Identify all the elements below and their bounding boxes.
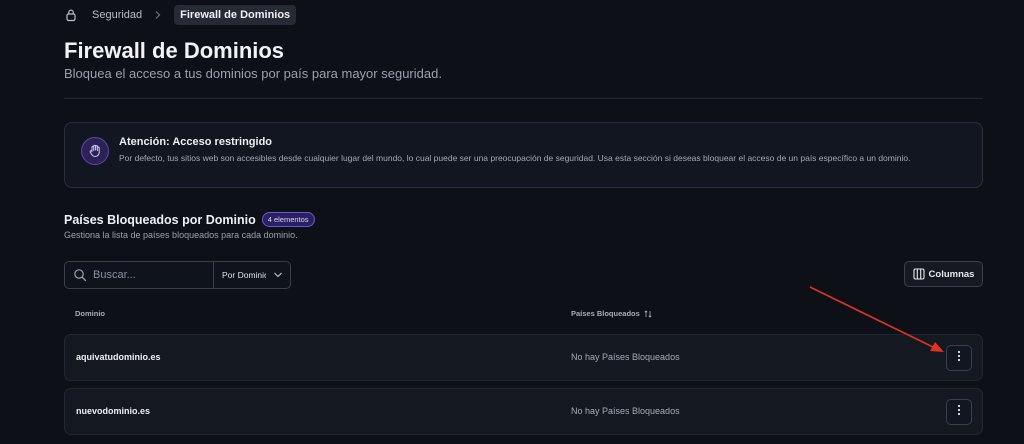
columns-label: Columnas [928, 268, 975, 280]
section-subtitle: Gestiona la lista de países bloqueados p… [64, 230, 298, 240]
breadcrumb-seguridad[interactable]: Seguridad [92, 9, 142, 21]
table-row: nuevodominio.es No hay Países Bloqueados [64, 388, 983, 435]
search-input[interactable] [93, 269, 211, 281]
row-actions-button[interactable] [946, 399, 972, 425]
chevron-down-icon [273, 270, 283, 280]
row-domain: nuevodominio.es [76, 406, 151, 416]
column-header-label: Países Bloqueados [571, 309, 640, 318]
breadcrumb: Seguridad Firewall de Dominios [64, 5, 297, 25]
row-actions-button[interactable] [946, 345, 972, 371]
alert-title: Atención: Acceso restringido [119, 136, 273, 148]
filter-dropdown[interactable]: Por Dominio [213, 262, 291, 288]
column-header-label: Dominio [75, 309, 105, 318]
table-row: aquivatudominio.es No hay Países Bloquea… [64, 334, 983, 381]
chevron-right-icon [154, 10, 162, 20]
page-subtitle: Bloquea el acceso a tus dominios por paí… [64, 66, 442, 81]
lock-icon [64, 8, 78, 22]
more-vertical-icon [957, 349, 961, 367]
restricted-access-alert: Atención: Acceso restringido Por defecto… [64, 122, 983, 188]
columns-button[interactable]: Columnas [904, 261, 983, 287]
filter-label: Por Dominio [222, 270, 266, 280]
hand-icon [81, 137, 109, 165]
columns-icon [912, 268, 925, 280]
section-title: Países Bloqueados por Dominio 4 elemento… [64, 212, 315, 227]
column-header-dominio: Dominio [75, 309, 105, 318]
sort-icon[interactable] [644, 309, 652, 318]
column-header-paises[interactable]: Países Bloqueados [571, 309, 652, 318]
more-vertical-icon [957, 403, 961, 421]
search-box: Por Dominio [64, 261, 291, 289]
row-domain: aquivatudominio.es [76, 352, 161, 362]
alert-text: Por defecto, tus sitios web son accesibl… [119, 153, 911, 163]
page-title: Firewall de Dominios [64, 38, 285, 63]
search-icon [73, 268, 87, 282]
divider [64, 98, 983, 99]
breadcrumb-current: Firewall de Dominios [174, 5, 297, 25]
count-badge: 4 elementos [261, 212, 315, 227]
section-title-text: Países Bloqueados por Dominio [64, 212, 256, 227]
row-blocked-countries: No hay Países Bloqueados [571, 406, 680, 416]
row-blocked-countries: No hay Países Bloqueados [571, 352, 680, 362]
